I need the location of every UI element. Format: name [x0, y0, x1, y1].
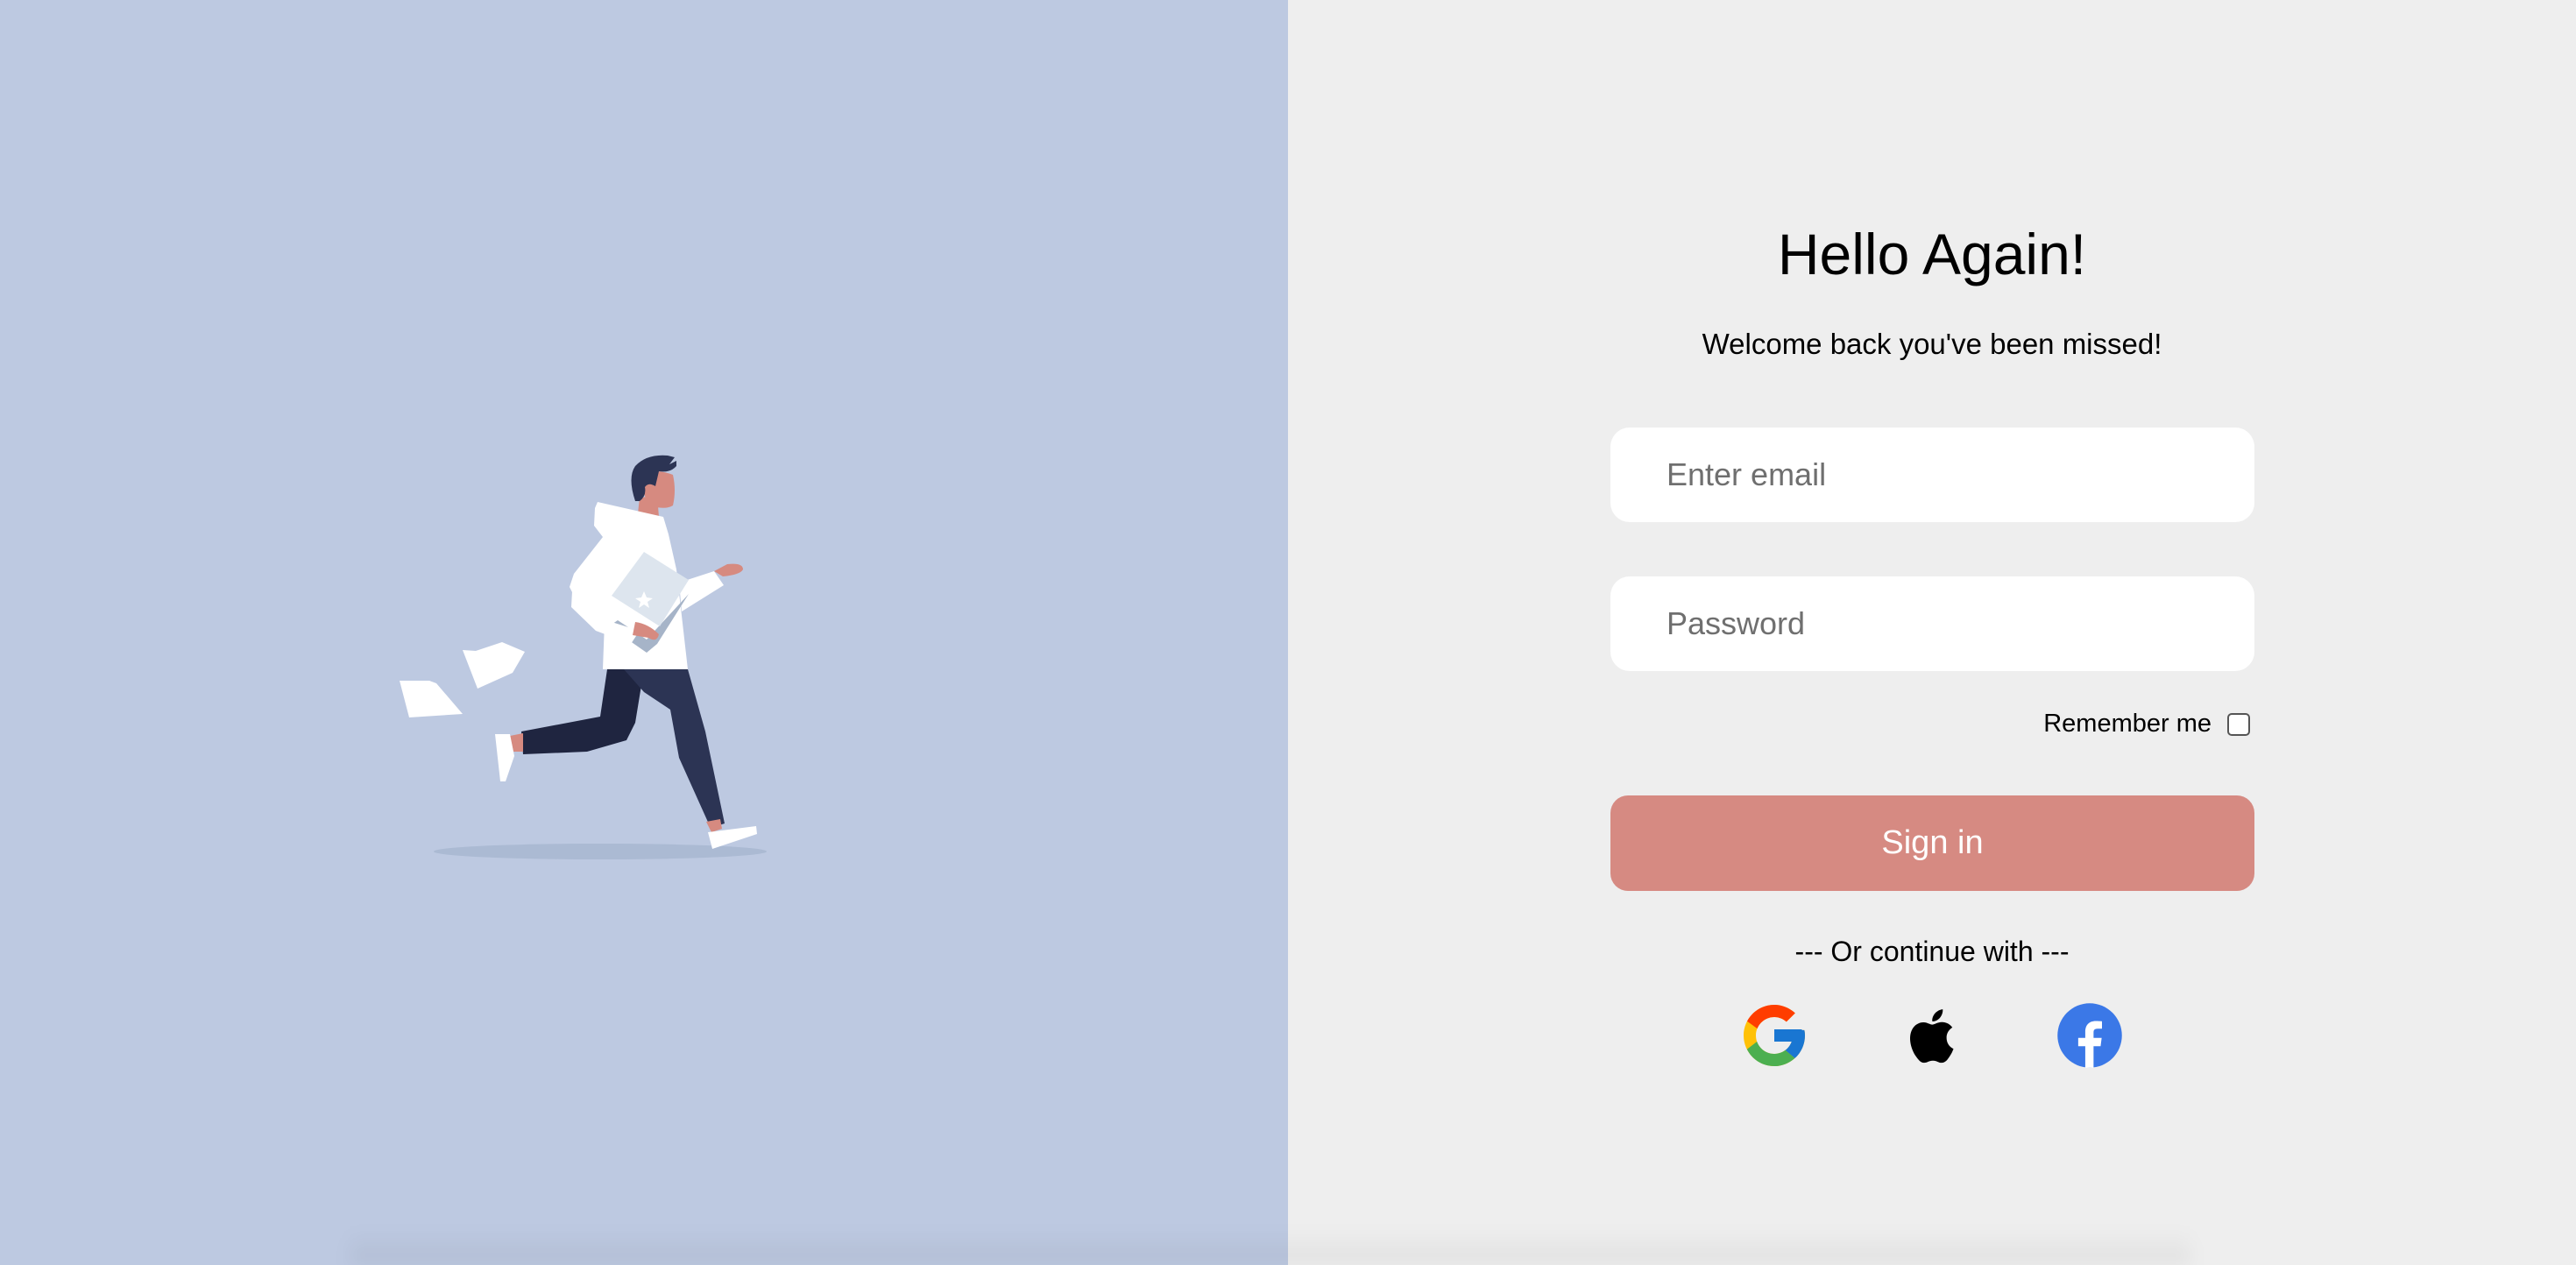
- password-input[interactable]: [1610, 576, 2254, 671]
- illustration-panel: [0, 0, 1288, 1265]
- remember-me[interactable]: Remember me: [2043, 710, 2250, 739]
- page-subtitle: Welcome back you've been missed!: [1702, 328, 2162, 360]
- email-input[interactable]: [1610, 428, 2254, 522]
- remember-me-checkbox[interactable]: [2227, 712, 2250, 736]
- login-panel: Hello Again! Welcome back you've been mi…: [1288, 0, 2576, 1265]
- apple-icon[interactable]: [1895, 999, 1969, 1072]
- page-title: Hello Again!: [1777, 222, 2087, 286]
- running-man-illustration: [400, 455, 767, 859]
- remember-me-label: Remember me: [2043, 710, 2212, 738]
- facebook-icon[interactable]: [2053, 999, 2127, 1072]
- google-icon[interactable]: [1737, 999, 1811, 1072]
- divider-text: --- Or continue with ---: [1794, 936, 2070, 967]
- sign-in-button[interactable]: Sign in: [1610, 795, 2254, 891]
